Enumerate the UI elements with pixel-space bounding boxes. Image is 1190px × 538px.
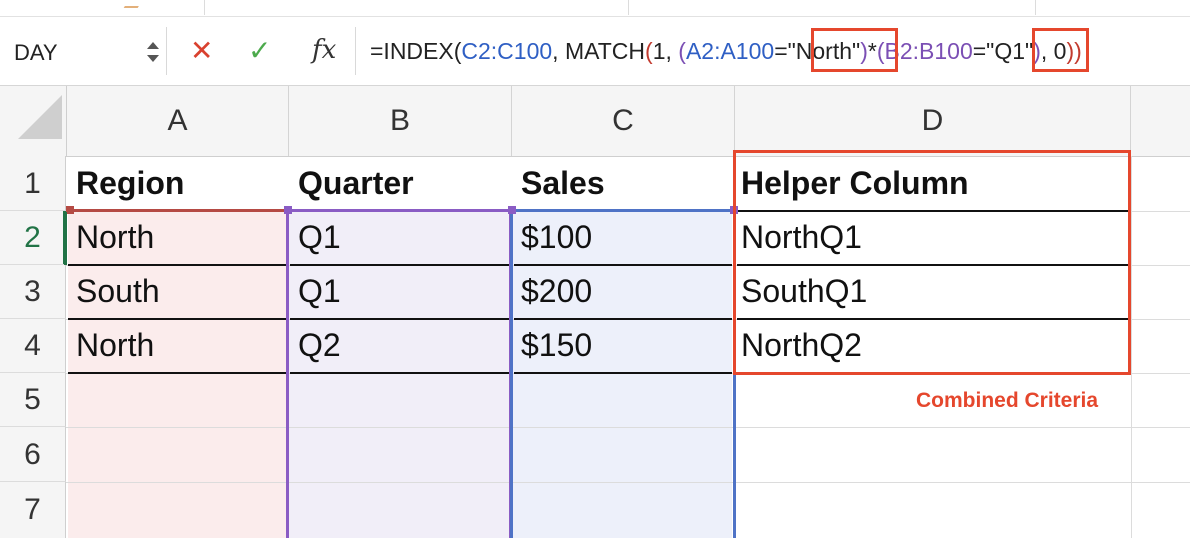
name-box-value: DAY (14, 40, 58, 65)
range-b-border[interactable] (286, 209, 512, 538)
range-b-handle[interactable] (284, 206, 292, 214)
cell-b3[interactable]: Q1 (289, 273, 341, 310)
row-rule (68, 372, 286, 374)
cell-a4[interactable]: North (67, 327, 154, 364)
north-criteria-highlight (811, 28, 898, 72)
cell-b2[interactable]: Q1 (289, 219, 341, 256)
format-painter-icon[interactable] (123, 0, 143, 8)
formula-token: C2:C100 (461, 38, 553, 64)
combined-criteria-callout: Combined Criteria (916, 389, 1099, 412)
ribbon-separator (1035, 0, 1036, 15)
cancel-icon[interactable]: ✕ (190, 37, 213, 65)
active-cell-marker (64, 212, 67, 265)
formula-text: =INDEX(C2:C100, MATCH(1, (A2:A100="North… (370, 38, 1082, 65)
column-header-b[interactable]: B (289, 86, 512, 156)
row-header-2[interactable]: 2 (0, 211, 66, 265)
select-all-triangle-icon[interactable] (18, 95, 62, 139)
range-b-handle[interactable] (508, 206, 516, 214)
row-rule (68, 318, 286, 320)
column-header-d[interactable]: D (735, 86, 1131, 156)
insert-function-icon[interactable]: fx (312, 36, 336, 64)
column-header-c[interactable]: C (512, 86, 735, 156)
row-header-6[interactable]: 6 (0, 427, 66, 482)
ribbon-strip (0, 0, 1190, 17)
formula-token: 1, (652, 38, 679, 64)
name-box[interactable]: DAY (0, 27, 167, 75)
q1-criteria-highlight (1032, 28, 1089, 72)
cell-c3[interactable]: $200 (512, 273, 592, 310)
helper-column-highlight (733, 150, 1131, 375)
range-a-shading (68, 211, 286, 538)
ribbon-separator (628, 0, 629, 15)
range-c-border[interactable] (510, 209, 736, 538)
range-a-handle[interactable] (66, 206, 74, 214)
row-header-1[interactable]: 1 (0, 156, 66, 211)
formula-token: , MATCH (552, 38, 646, 64)
column-header-a[interactable]: A (67, 86, 289, 156)
row-header-3[interactable]: 3 (0, 265, 66, 319)
formula-bar: DAY ✕ ✓ fx =INDEX(C2:C100, MATCH(1, (A2:… (0, 17, 1190, 86)
column-header-e[interactable] (1131, 86, 1190, 156)
row-rule (68, 264, 286, 266)
cell-c4[interactable]: $150 (512, 327, 592, 364)
ribbon-separator (204, 0, 205, 15)
enter-icon[interactable]: ✓ (248, 37, 271, 65)
cell-c1[interactable]: Sales (512, 165, 605, 202)
formula-token: ( (645, 38, 653, 64)
cell-a3[interactable]: South (67, 273, 160, 310)
formula-token: ="Q1" (972, 38, 1034, 64)
gridline (1131, 156, 1132, 538)
row-header-4[interactable]: 4 (0, 319, 66, 373)
formula-token: ( (678, 38, 686, 64)
cell-a1[interactable]: Region (67, 165, 184, 202)
row-header-5[interactable]: 5 (0, 373, 66, 427)
formula-token: A2:A100 (685, 38, 775, 64)
name-box-stepper-icon[interactable] (144, 39, 162, 65)
range-a-border (68, 209, 286, 212)
formula-token: =INDEX( (370, 38, 462, 64)
row-header-7[interactable]: 7 (0, 482, 66, 538)
cell-a2[interactable]: North (67, 219, 154, 256)
cell-c2[interactable]: $100 (512, 219, 592, 256)
cell-b1[interactable]: Quarter (289, 165, 414, 202)
cell-b4[interactable]: Q2 (289, 327, 341, 364)
